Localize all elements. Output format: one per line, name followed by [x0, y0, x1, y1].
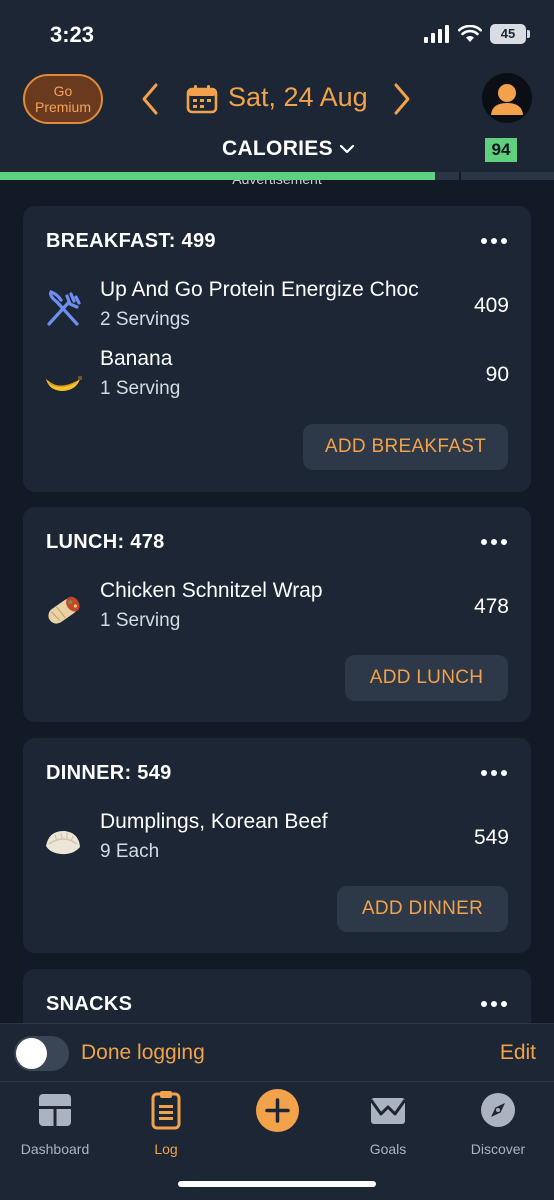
tab-label: Dashboard — [20, 1141, 90, 1157]
tab-label: Goals — [369, 1141, 407, 1157]
done-logging-label: Done logging — [81, 1041, 205, 1064]
breakfast-title: BREAKFAST: 499 — [46, 230, 216, 252]
app-header: 3:23 45 Go Premium Sat, 24 Aug CALORIES … — [0, 0, 554, 187]
envelope-chart-icon — [370, 1098, 406, 1124]
food-serving: 1 Serving — [100, 610, 181, 631]
add-lunch-button[interactable]: ADD LUNCH — [345, 655, 508, 701]
progress-divider — [459, 172, 461, 180]
food-calories: 409 — [473, 294, 509, 317]
food-item[interactable]: Up And Go Protein Energize Choc 2 Servin… — [23, 278, 531, 340]
dumpling-icon — [46, 830, 80, 855]
breakfast-card: BREAKFAST: 499 Up And Go Protein Energiz… — [23, 206, 531, 492]
calories-label: CALORIES — [222, 137, 333, 160]
lunch-card: LUNCH: 478 Chicken Schnitzel Wrap 1 Serv… — [23, 507, 531, 722]
calendar-icon[interactable] — [186, 84, 218, 114]
chevron-right-icon[interactable] — [392, 82, 412, 116]
clipboard-icon — [151, 1091, 181, 1130]
food-name: Chicken Schnitzel Wrap — [100, 579, 323, 602]
food-calories: 478 — [473, 595, 509, 618]
battery-indicator: 45 — [490, 24, 530, 44]
current-date[interactable]: Sat, 24 Aug — [228, 82, 368, 113]
snacks-title: SNACKS — [46, 993, 133, 1015]
food-serving: 1 Serving — [100, 378, 181, 399]
status-icons: 45 — [424, 24, 530, 44]
tab-label: Log — [154, 1141, 178, 1157]
tab-label: Discover — [470, 1141, 526, 1157]
score-badge[interactable]: 94 — [485, 138, 517, 162]
food-name: Dumplings, Korean Beef — [100, 810, 328, 833]
tab-dashboard[interactable]: Dashboard — [0, 1090, 110, 1160]
chevron-left-icon[interactable] — [140, 82, 160, 116]
tab-discover[interactable]: Discover — [443, 1090, 553, 1160]
food-calories: 549 — [473, 826, 509, 849]
profile-avatar[interactable] — [482, 73, 532, 123]
tab-log[interactable]: Log — [111, 1090, 221, 1160]
add-breakfast-button[interactable]: ADD BREAKFAST — [303, 424, 508, 470]
food-item[interactable]: Chicken Schnitzel Wrap 1 Serving 478 — [23, 579, 531, 641]
toggle-knob — [16, 1038, 47, 1069]
calorie-progress-fill — [0, 172, 435, 180]
banana-icon — [46, 376, 82, 391]
signal-icon — [424, 25, 449, 43]
status-bar: 3:23 45 — [0, 0, 554, 70]
home-indicator — [178, 1181, 376, 1187]
compass-icon — [481, 1093, 515, 1127]
wifi-icon — [458, 25, 482, 42]
fork-knife-icon — [47, 290, 81, 326]
tab-goals[interactable]: Goals — [333, 1090, 443, 1160]
done-logging-toggle[interactable] — [14, 1036, 69, 1071]
dinner-card: DINNER: 549 Dumplings, Korean Beef 9 Eac… — [23, 738, 531, 953]
premium-label-line2: Premium — [34, 99, 91, 115]
food-calories: 90 — [485, 363, 509, 386]
go-premium-button[interactable]: Go Premium — [23, 74, 103, 124]
add-dinner-button[interactable]: ADD DINNER — [337, 886, 508, 932]
food-name: Up And Go Protein Energize Choc — [100, 278, 419, 301]
edit-button[interactable]: Edit — [500, 1041, 536, 1065]
breakfast-more-button[interactable] — [481, 238, 507, 244]
add-entry-button[interactable] — [256, 1089, 299, 1132]
food-item[interactable]: Banana 1 Serving 90 — [23, 347, 531, 409]
status-time: 3:23 — [50, 22, 95, 47]
snacks-more-button[interactable] — [481, 1001, 507, 1007]
date-navigator: Sat, 24 Aug — [140, 76, 420, 122]
dinner-more-button[interactable] — [481, 770, 507, 776]
lunch-title: LUNCH: 478 — [46, 531, 165, 553]
done-logging-bar: Done logging Edit — [0, 1023, 554, 1081]
premium-label-line1: Go — [53, 83, 73, 99]
calorie-progress-bar — [0, 172, 554, 180]
food-serving: 2 Servings — [100, 309, 190, 330]
chevron-down-icon — [339, 144, 355, 154]
food-serving: 9 Each — [100, 841, 160, 862]
food-item[interactable]: Dumplings, Korean Beef 9 Each 549 — [23, 810, 531, 872]
food-name: Banana — [100, 347, 173, 370]
user-icon — [491, 84, 523, 115]
lunch-more-button[interactable] — [481, 539, 507, 545]
dashboard-icon — [39, 1094, 71, 1126]
plus-icon — [265, 1098, 290, 1123]
dinner-title: DINNER: 549 — [46, 762, 172, 784]
burrito-icon — [48, 596, 80, 624]
calories-dropdown[interactable]: CALORIES — [222, 137, 355, 161]
